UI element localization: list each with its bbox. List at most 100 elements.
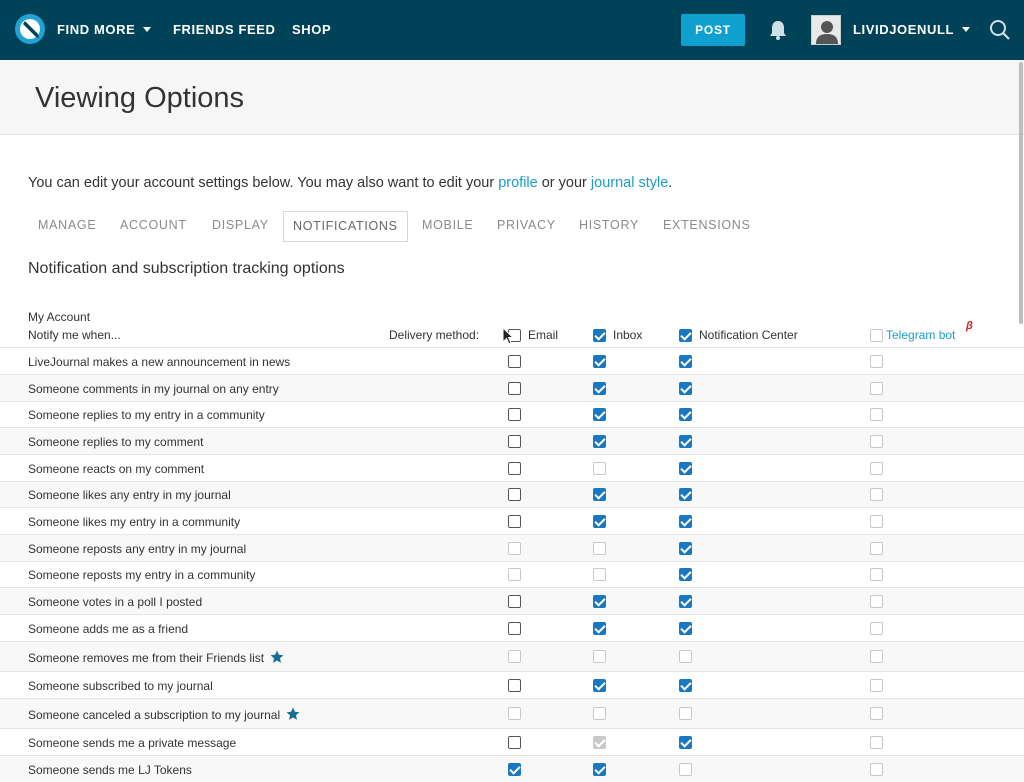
post-button[interactable]: POST bbox=[681, 14, 745, 46]
telegram-checkbox[interactable] bbox=[870, 707, 883, 720]
inbox-checkbox[interactable] bbox=[593, 408, 606, 421]
email-checkbox[interactable] bbox=[508, 515, 521, 528]
inbox-checkbox[interactable] bbox=[593, 679, 606, 692]
telegram-bot-link[interactable]: Telegram bot bbox=[886, 328, 955, 342]
inbox-checkbox[interactable] bbox=[593, 515, 606, 528]
telegram-checkbox[interactable] bbox=[870, 622, 883, 635]
email-checkbox[interactable] bbox=[508, 462, 521, 475]
bell-icon[interactable] bbox=[767, 19, 789, 41]
livejournal-logo-icon[interactable] bbox=[14, 13, 46, 45]
notification-center-checkbox[interactable] bbox=[679, 622, 692, 635]
telegram-checkbox[interactable] bbox=[870, 488, 883, 501]
email-checkbox[interactable] bbox=[508, 707, 521, 720]
telegram-checkbox[interactable] bbox=[870, 736, 883, 749]
telegram-checkbox[interactable] bbox=[870, 382, 883, 395]
email-checkbox[interactable] bbox=[508, 408, 521, 421]
inbox-checkbox[interactable] bbox=[593, 382, 606, 395]
nav-find-more[interactable]: FIND MORE bbox=[57, 22, 152, 37]
email-checkbox[interactable] bbox=[508, 650, 521, 663]
inbox-checkbox[interactable] bbox=[593, 542, 606, 555]
inbox-checkbox[interactable] bbox=[593, 622, 606, 635]
table-row: Someone sends me a private message bbox=[0, 728, 1024, 755]
email-checkbox[interactable] bbox=[508, 763, 521, 776]
telegram-checkbox[interactable] bbox=[870, 435, 883, 448]
inbox-checkbox[interactable] bbox=[593, 488, 606, 501]
telegram-checkbox[interactable] bbox=[870, 542, 883, 555]
telegram-checkbox[interactable] bbox=[870, 650, 883, 663]
email-checkbox[interactable] bbox=[508, 542, 521, 555]
chevron-down-icon bbox=[962, 27, 971, 33]
row-label: Someone votes in a poll I posted bbox=[28, 595, 202, 609]
email-checkbox[interactable] bbox=[508, 622, 521, 635]
row-label: Someone likes my entry in a community bbox=[28, 515, 240, 529]
notification-center-checkbox[interactable] bbox=[679, 595, 692, 608]
notification-center-column-checkbox[interactable] bbox=[679, 329, 692, 342]
notification-center-checkbox[interactable] bbox=[679, 488, 692, 501]
telegram-checkbox[interactable] bbox=[870, 355, 883, 368]
telegram-checkbox[interactable] bbox=[870, 515, 883, 528]
tab-extensions[interactable]: EXTENSIONS bbox=[663, 211, 751, 242]
table-row: Someone reposts my entry in a community bbox=[0, 561, 1024, 587]
notification-center-checkbox[interactable] bbox=[679, 542, 692, 555]
inbox-checkbox[interactable] bbox=[593, 462, 606, 475]
tab-history[interactable]: HISTORY bbox=[579, 211, 639, 242]
notification-center-checkbox[interactable] bbox=[679, 382, 692, 395]
tab-mobile[interactable]: MOBILE bbox=[422, 211, 473, 242]
email-checkbox[interactable] bbox=[508, 736, 521, 749]
email-checkbox[interactable] bbox=[508, 435, 521, 448]
email-checkbox[interactable] bbox=[508, 595, 521, 608]
inbox-checkbox[interactable] bbox=[593, 355, 606, 368]
inbox-checkbox[interactable] bbox=[593, 707, 606, 720]
inbox-checkbox[interactable] bbox=[593, 736, 606, 749]
email-checkbox[interactable] bbox=[508, 568, 521, 581]
inbox-checkbox[interactable] bbox=[593, 595, 606, 608]
row-label-text: Someone sends me a private message bbox=[28, 736, 237, 750]
telegram-checkbox[interactable] bbox=[870, 568, 883, 581]
email-checkbox[interactable] bbox=[508, 382, 521, 395]
intro-text-end: . bbox=[668, 175, 673, 191]
notification-center-checkbox[interactable] bbox=[679, 763, 692, 776]
tab-notifications[interactable]: NOTIFICATIONS bbox=[283, 211, 408, 242]
vertical-scrollbar[interactable] bbox=[1019, 62, 1023, 324]
email-checkbox[interactable] bbox=[508, 488, 521, 501]
tab-privacy[interactable]: PRIVACY bbox=[497, 211, 556, 242]
journal-style-link[interactable]: journal style bbox=[591, 175, 668, 191]
notification-center-checkbox[interactable] bbox=[679, 736, 692, 749]
telegram-column-checkbox[interactable] bbox=[870, 329, 883, 342]
avatar[interactable] bbox=[811, 15, 841, 45]
telegram-checkbox[interactable] bbox=[870, 763, 883, 776]
nav-friends-feed[interactable]: FRIENDS FEED bbox=[173, 22, 276, 37]
telegram-checkbox[interactable] bbox=[870, 595, 883, 608]
row-label-text: Someone likes my entry in a community bbox=[28, 515, 241, 529]
row-label: Someone comments in my journal on any en… bbox=[28, 382, 279, 396]
row-label: Someone sends me LJ Tokens bbox=[28, 763, 192, 777]
tab-manage[interactable]: MANAGE bbox=[38, 211, 96, 242]
telegram-checkbox[interactable] bbox=[870, 408, 883, 421]
username-menu[interactable]: LIVIDJOENULL bbox=[853, 22, 971, 37]
tab-display[interactable]: DISPLAY bbox=[212, 211, 269, 242]
telegram-checkbox[interactable] bbox=[870, 679, 883, 692]
email-checkbox[interactable] bbox=[508, 355, 521, 368]
row-label: Someone subscribed to my journal bbox=[28, 679, 213, 693]
notification-center-checkbox[interactable] bbox=[679, 462, 692, 475]
tab-account[interactable]: ACCOUNT bbox=[120, 211, 187, 242]
profile-link[interactable]: profile bbox=[498, 175, 538, 191]
notification-center-checkbox[interactable] bbox=[679, 707, 692, 720]
inbox-checkbox[interactable] bbox=[593, 650, 606, 663]
notification-center-checkbox[interactable] bbox=[679, 408, 692, 421]
notification-center-checkbox[interactable] bbox=[679, 650, 692, 663]
notification-center-checkbox[interactable] bbox=[679, 355, 692, 368]
nav-shop[interactable]: SHOP bbox=[292, 22, 331, 37]
search-icon[interactable] bbox=[989, 19, 1011, 41]
email-checkbox[interactable] bbox=[508, 679, 521, 692]
inbox-checkbox[interactable] bbox=[593, 435, 606, 448]
notification-center-checkbox[interactable] bbox=[679, 435, 692, 448]
inbox-checkbox[interactable] bbox=[593, 568, 606, 581]
notification-center-checkbox[interactable] bbox=[679, 568, 692, 581]
row-label-text: LiveJournal makes a new announcement in … bbox=[28, 355, 291, 369]
inbox-column-checkbox[interactable] bbox=[593, 329, 606, 342]
notification-center-checkbox[interactable] bbox=[679, 515, 692, 528]
telegram-checkbox[interactable] bbox=[870, 462, 883, 475]
notification-center-checkbox[interactable] bbox=[679, 679, 692, 692]
inbox-checkbox[interactable] bbox=[593, 763, 606, 776]
